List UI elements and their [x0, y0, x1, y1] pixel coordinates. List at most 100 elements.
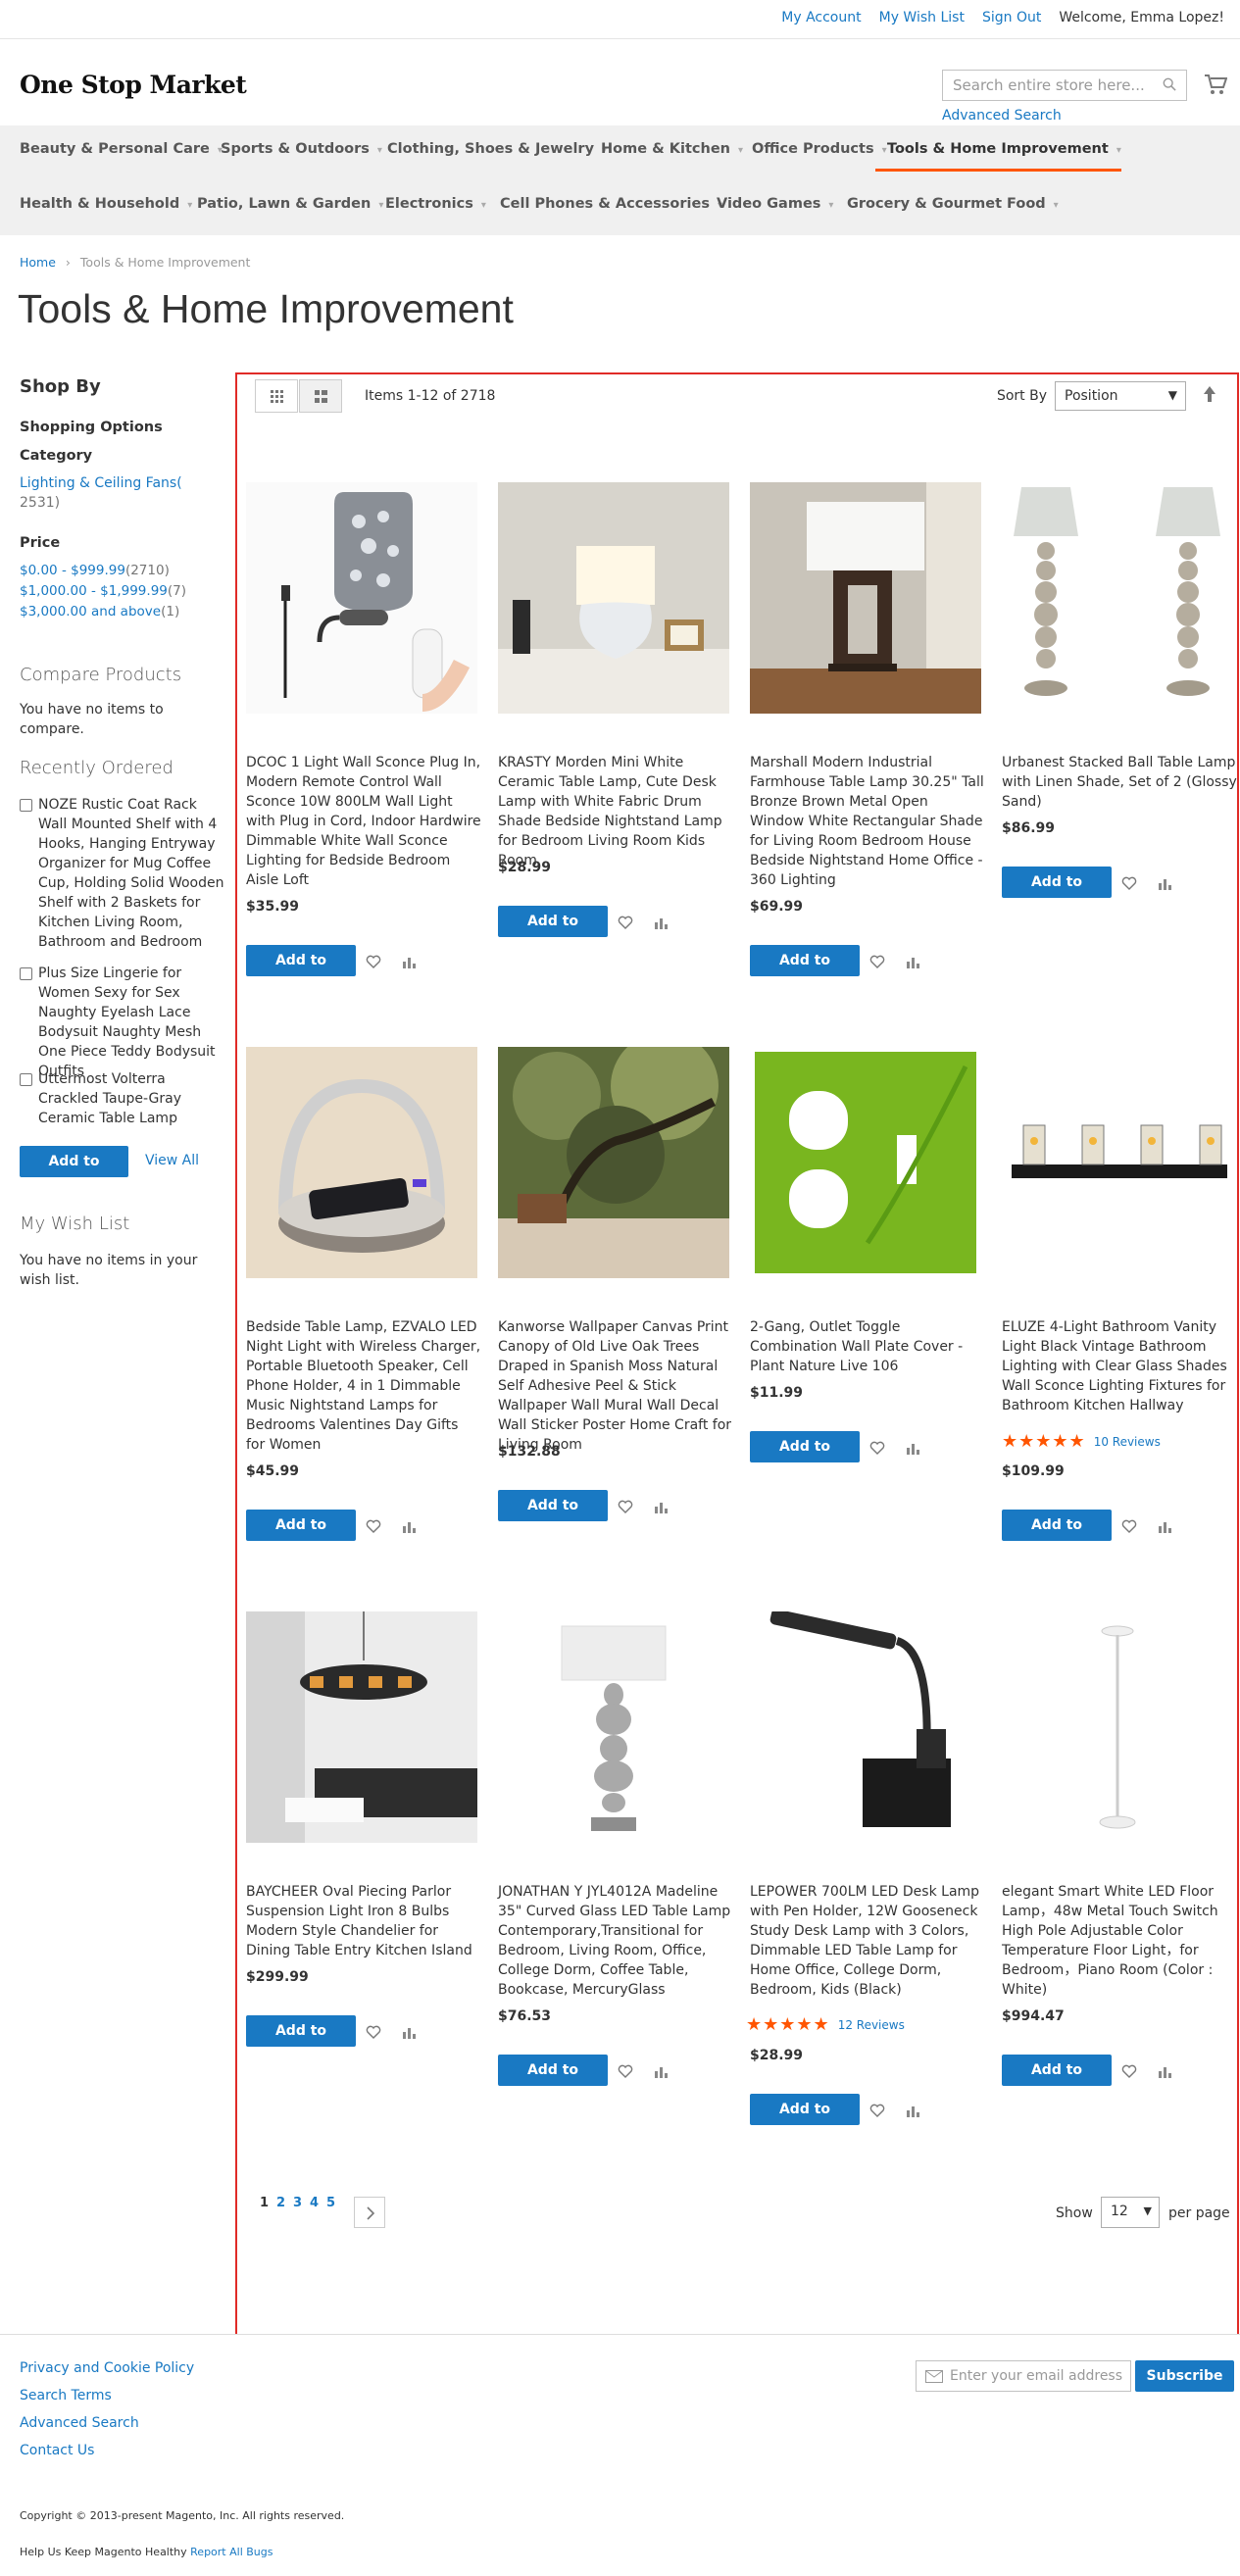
product-image[interactable] [498, 482, 729, 714]
heart-icon[interactable] [1121, 2063, 1137, 2079]
product-name[interactable]: Bedside Table Lamp, EZVALO LED Night Lig… [246, 1317, 481, 1455]
add-to-cart-button[interactable]: Add to Cart [750, 2094, 860, 2147]
add-to-cart-button[interactable]: Add to Cart [750, 1431, 860, 1484]
add-to-cart-button[interactable]: Add to Cart [498, 906, 608, 959]
add-to-cart-button[interactable]: Add to Cart [1002, 2055, 1112, 2107]
recent-add-to-cart-button[interactable]: Add to Cart [20, 1146, 128, 1199]
nav-item[interactable]: Office Products ▾ [752, 141, 887, 157]
compare-icon[interactable] [653, 1499, 669, 1514]
my-account-link[interactable]: My Account [781, 10, 861, 25]
search-input[interactable]: Search entire store here... [942, 70, 1187, 101]
add-to-cart-button[interactable]: Add to Cart [246, 1510, 356, 1562]
add-to-cart-button[interactable]: Add to Cart [1002, 867, 1112, 919]
reviews-link[interactable]: 10 Reviews [1094, 1435, 1161, 1449]
compare-icon[interactable] [905, 1440, 920, 1456]
nav-item[interactable]: Clothing, Shoes & Jewelry ▾ [387, 141, 607, 157]
my-wish-list-link[interactable]: My Wish List [879, 10, 965, 25]
product-image[interactable] [246, 1047, 477, 1278]
breadcrumb-home[interactable]: Home [20, 255, 56, 270]
price-filter-option[interactable]: $1,000.00 - $1,999.99(7) [20, 581, 186, 601]
nav-item[interactable]: Health & Household ▾ [20, 196, 192, 212]
compare-icon[interactable] [1157, 2063, 1172, 2079]
footer-link-privacy[interactable]: Privacy and Cookie Policy [20, 2360, 194, 2376]
heart-icon[interactable] [869, 1440, 885, 1456]
compare-icon[interactable] [653, 2063, 669, 2079]
sort-by-select[interactable]: Position ▼ [1055, 381, 1186, 411]
heart-icon[interactable] [1121, 875, 1137, 891]
product-name[interactable]: DCOC 1 Light Wall Sconce Plug In, Modern… [246, 753, 481, 890]
compare-icon[interactable] [653, 915, 669, 930]
product-image[interactable] [498, 1611, 729, 1843]
add-to-cart-button[interactable]: Add to Cart [246, 945, 356, 998]
search-icon[interactable] [1163, 77, 1176, 91]
add-to-cart-button[interactable]: Add to Cart [498, 2055, 608, 2107]
sort-direction-arrow-icon[interactable] [1202, 384, 1217, 404]
heart-icon[interactable] [618, 1499, 633, 1514]
nav-item[interactable]: Electronics ▾ [385, 196, 486, 212]
grid-mode-button[interactable] [255, 379, 298, 413]
compare-icon[interactable] [401, 954, 417, 969]
compare-icon[interactable] [401, 2024, 417, 2040]
advanced-search-link[interactable]: Advanced Search [942, 108, 1062, 124]
newsletter-email-input[interactable]: Enter your email address [916, 2360, 1131, 2392]
logo[interactable]: One Stop Market [20, 71, 247, 99]
report-bugs-link[interactable]: Report All Bugs [190, 2546, 273, 2558]
heart-icon[interactable] [1121, 1518, 1137, 1534]
nav-item[interactable]: Home & Kitchen ▾ [601, 141, 743, 157]
product-image[interactable] [750, 482, 981, 714]
product-image[interactable] [750, 1611, 981, 1843]
list-mode-button[interactable] [299, 379, 342, 413]
compare-icon[interactable] [905, 2103, 920, 2118]
compare-icon[interactable] [905, 954, 920, 969]
product-name[interactable]: elegant Smart White LED Floor Lamp，48w M… [1002, 1882, 1237, 2000]
next-page-button[interactable] [354, 2197, 385, 2228]
product-image[interactable] [498, 1047, 729, 1278]
recent-item-checkbox[interactable] [20, 1073, 32, 1086]
product-image[interactable] [750, 1047, 981, 1278]
reviews-link[interactable]: 12 Reviews [838, 2018, 905, 2032]
add-to-cart-button[interactable]: Add to Cart [246, 2015, 356, 2068]
heart-icon[interactable] [869, 2103, 885, 2118]
nav-item[interactable]: Beauty & Personal Care ▾ [20, 141, 223, 157]
nav-item[interactable]: Cell Phones & Accessories ▾ [500, 196, 722, 212]
limiter-select[interactable]: 12 ▼ [1101, 2197, 1160, 2228]
product-name[interactable]: Urbanest Stacked Ball Table Lamp with Li… [1002, 753, 1237, 812]
product-name[interactable]: JONATHAN Y JYL4012A Madeline 35" Curved … [498, 1882, 733, 2000]
page-link[interactable]: 3 [293, 2196, 310, 2210]
product-image[interactable] [1002, 1611, 1233, 1843]
page-link[interactable]: 2 [276, 2196, 293, 2210]
heart-icon[interactable] [618, 915, 633, 930]
sign-out-link[interactable]: Sign Out [982, 10, 1041, 25]
view-all-link[interactable]: View All [145, 1153, 199, 1168]
product-name[interactable]: LEPOWER 700LM LED Desk Lamp with Pen Hol… [750, 1882, 985, 2000]
page-link[interactable]: 5 [326, 2196, 343, 2210]
product-image[interactable] [1002, 1047, 1233, 1278]
product-image[interactable] [246, 482, 477, 714]
product-image[interactable] [246, 1611, 477, 1843]
nav-item[interactable]: Patio, Lawn & Garden ▾ [197, 196, 383, 212]
footer-link-search-terms[interactable]: Search Terms [20, 2388, 112, 2403]
product-name[interactable]: 2-Gang, Outlet Toggle Combination Wall P… [750, 1317, 985, 1376]
compare-icon[interactable] [1157, 875, 1172, 891]
page-link[interactable]: 4 [310, 2196, 326, 2210]
price-filter-option[interactable]: $0.00 - $999.99(2710) [20, 561, 170, 580]
product-name[interactable]: Kanworse Wallpaper Canvas Print Canopy o… [498, 1317, 733, 1455]
nav-item-active[interactable]: Tools & Home Improvement ▾ [875, 141, 1121, 172]
product-name[interactable]: KRASTY Morden Mini White Ceramic Table L… [498, 753, 733, 870]
add-to-cart-button[interactable]: Add to Cart [498, 1490, 608, 1543]
compare-icon[interactable] [401, 1518, 417, 1534]
footer-link-advanced-search[interactable]: Advanced Search [20, 2415, 139, 2431]
recent-item-checkbox[interactable] [20, 799, 32, 812]
heart-icon[interactable] [366, 954, 381, 969]
product-name[interactable]: BAYCHEER Oval Piecing Parlor Suspension … [246, 1882, 481, 1960]
recent-item-checkbox[interactable] [20, 967, 32, 980]
heart-icon[interactable] [869, 954, 885, 969]
add-to-cart-button[interactable]: Add to Cart [750, 945, 860, 998]
cart-icon[interactable] [1204, 73, 1227, 96]
price-filter-option[interactable]: $3,000.00 and above(1) [20, 602, 179, 621]
product-name[interactable]: Marshall Modern Industrial Farmhouse Tab… [750, 753, 985, 890]
product-image[interactable] [1002, 482, 1233, 714]
category-filter-option[interactable]: Lighting & Ceiling Fans(2531) [20, 473, 216, 513]
heart-icon[interactable] [366, 2024, 381, 2040]
nav-item[interactable]: Video Games ▾ [717, 196, 833, 212]
